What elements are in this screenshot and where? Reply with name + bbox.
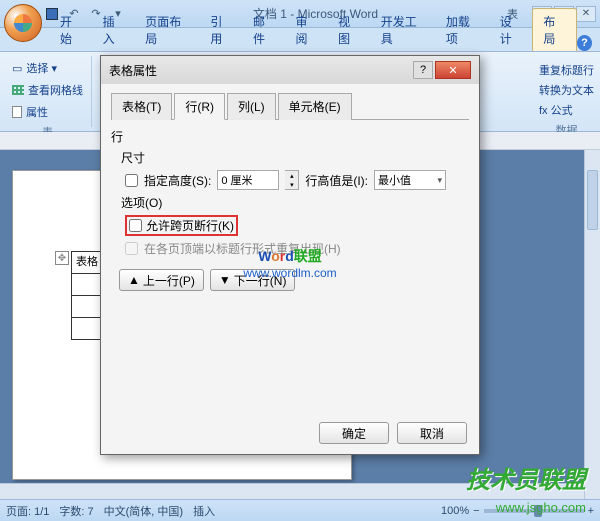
dialog-tabs: 表格(T) 行(R) 列(L) 单元格(E): [111, 92, 469, 120]
row-height-mode-combo[interactable]: 最小值: [374, 170, 446, 190]
specify-height-label: 指定高度(S):: [144, 172, 211, 189]
repeat-header-button[interactable]: 重复标题行: [539, 62, 594, 78]
ribbon-tabs: 开始 插入 页面布局 引用 邮件 审阅 视图 开发工具 加载项 设计 布局 ?: [0, 28, 600, 52]
tab-home[interactable]: 开始: [50, 9, 93, 51]
prev-row-button[interactable]: ▲上一行(P): [119, 269, 204, 291]
row-section-label: 行: [111, 128, 469, 145]
tab-pagelayout[interactable]: 页面布局: [135, 9, 200, 51]
options-section-label: 选项(O): [121, 194, 469, 211]
tab-layout[interactable]: 布局: [532, 8, 577, 51]
watermark: WordWord联盟联盟 www.wordlm.com: [243, 246, 336, 280]
cancel-button[interactable]: 取消: [397, 422, 467, 444]
dialog-title: 表格属性: [109, 62, 157, 79]
properties-icon: [12, 106, 22, 118]
tab-developer[interactable]: 开发工具: [371, 9, 436, 51]
table-row: [72, 296, 102, 318]
dialog-help-button[interactable]: ?: [413, 61, 433, 79]
table-row: [72, 252, 102, 274]
arrow-up-icon: ▲: [128, 273, 140, 287]
office-button[interactable]: [4, 4, 42, 42]
properties-button[interactable]: 属性: [10, 102, 85, 122]
select-button[interactable]: ▭ 选择 ▾: [10, 58, 85, 78]
status-page[interactable]: 页面: 1/1: [6, 503, 49, 519]
tab-references[interactable]: 引用: [200, 9, 243, 51]
dialog-tab-column[interactable]: 列(L): [227, 93, 276, 120]
table-move-handle[interactable]: ✥: [55, 251, 69, 265]
arrow-down-icon: ▼: [219, 273, 231, 287]
document-table[interactable]: [71, 251, 102, 340]
dialog-titlebar[interactable]: 表格属性 ? ✕: [101, 56, 479, 84]
tab-addins[interactable]: 加载项: [436, 9, 490, 51]
allow-break-checkbox[interactable]: [129, 219, 142, 232]
status-words[interactable]: 字数: 7: [59, 503, 93, 519]
convert-text-button[interactable]: 转换为文本: [539, 82, 594, 98]
help-icon[interactable]: ?: [577, 35, 592, 51]
tab-review[interactable]: 审阅: [286, 9, 329, 51]
bottom-watermark-text: 技术员联盟: [466, 460, 586, 495]
tab-insert[interactable]: 插入: [93, 9, 136, 51]
tab-view[interactable]: 视图: [328, 9, 371, 51]
dialog-tab-table[interactable]: 表格(T): [111, 93, 172, 120]
tab-design[interactable]: 设计: [490, 9, 533, 51]
row-height-is-label: 行高值是(I):: [305, 172, 368, 189]
ok-button[interactable]: 确定: [319, 422, 389, 444]
vertical-scrollbar[interactable]: [584, 150, 600, 499]
status-lang[interactable]: 中文(简体, 中国): [104, 503, 183, 519]
allow-break-label: 允许跨页断行(K): [146, 217, 234, 234]
table-properties-dialog: 表格属性 ? ✕ 表格(T) 行(R) 列(L) 单元格(E) 行 尺寸 指定高…: [100, 55, 480, 455]
dialog-tab-cell[interactable]: 单元格(E): [278, 93, 352, 120]
watermark-url: www.wordlm.com: [243, 266, 336, 280]
height-input[interactable]: 0 厘米: [217, 170, 279, 190]
size-section-label: 尺寸: [121, 149, 469, 166]
close-button[interactable]: ✕: [576, 6, 596, 22]
zoom-out-button[interactable]: −: [473, 505, 479, 517]
zoom-in-button[interactable]: +: [588, 505, 594, 517]
zoom-value[interactable]: 100%: [441, 505, 469, 517]
allow-break-highlight: 允许跨页断行(K): [125, 215, 238, 236]
repeat-header-checkbox[interactable]: [125, 242, 138, 255]
view-gridlines-button[interactable]: 查看网格线: [10, 80, 85, 100]
ribbon-group-data: 重复标题行 转换为文本 fx 公式 数据: [539, 62, 594, 138]
watermark-text: WordWord联盟联盟: [243, 246, 336, 266]
dialog-tab-row[interactable]: 行(R): [174, 93, 225, 120]
gridlines-icon: [12, 85, 24, 95]
dialog-close-button[interactable]: ✕: [435, 61, 471, 79]
formula-button[interactable]: fx 公式: [539, 102, 594, 118]
table-row: [72, 274, 102, 296]
tab-mailings[interactable]: 邮件: [243, 9, 286, 51]
bottom-watermark-url: www.jsgho.com: [496, 500, 586, 515]
table-row: [72, 318, 102, 340]
specify-height-checkbox[interactable]: [125, 174, 138, 187]
status-insert[interactable]: 插入: [193, 503, 215, 519]
height-spinner[interactable]: ▴▾: [285, 170, 299, 190]
ribbon-group-table: ▭ 选择 ▾ 查看网格线 属性 表: [4, 56, 92, 127]
